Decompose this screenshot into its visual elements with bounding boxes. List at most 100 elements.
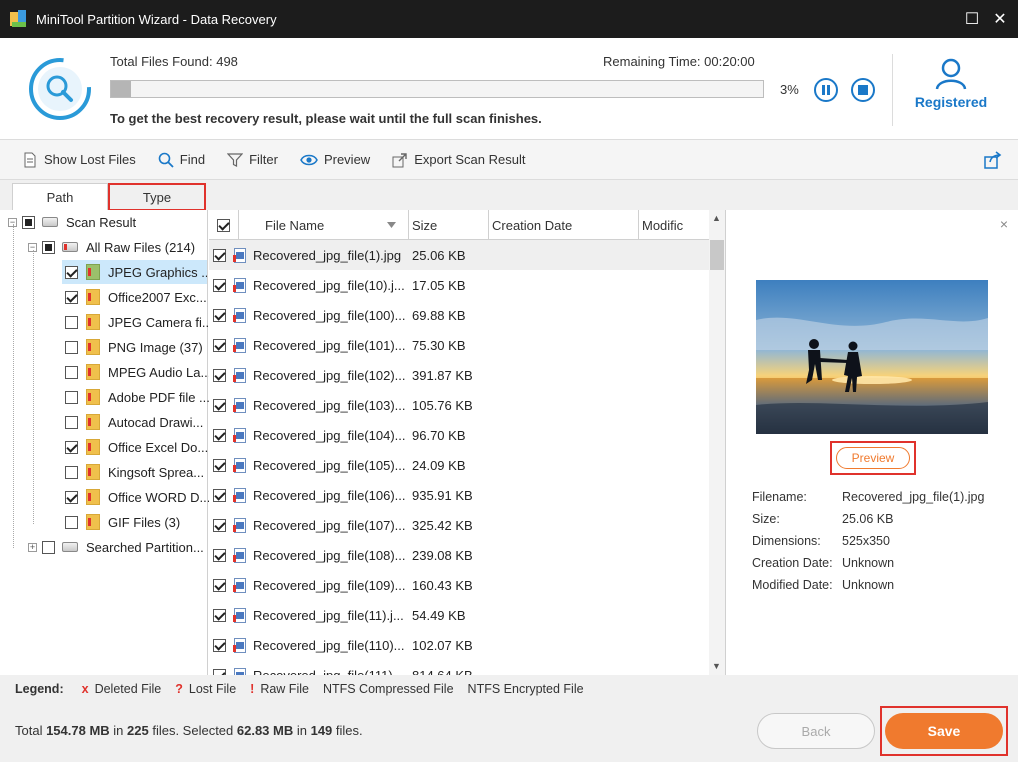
share-export-icon[interactable] <box>984 151 1002 169</box>
back-button[interactable]: Back <box>757 713 875 749</box>
collapse-icon[interactable]: − <box>28 242 37 252</box>
tree-guide-line <box>13 224 14 548</box>
row-checkbox[interactable] <box>213 578 226 592</box>
file-row[interactable]: Recovered_jpg_file(109)... 160.43 KB <box>209 570 709 600</box>
tree-node-file-type[interactable]: GIF Files (3) <box>62 510 180 534</box>
preview-toolbar-label: Preview <box>323 152 371 167</box>
checkbox[interactable] <box>65 465 78 479</box>
row-checkbox[interactable] <box>213 548 226 562</box>
checkbox[interactable] <box>65 315 78 329</box>
maximize-button[interactable]: ☐ <box>962 9 982 29</box>
scroll-up-icon[interactable]: ▲ <box>712 213 721 223</box>
pause-scan-button[interactable] <box>814 78 838 102</box>
row-checkbox[interactable] <box>213 638 226 652</box>
save-button[interactable]: Save <box>885 713 1003 749</box>
row-checkbox[interactable] <box>213 608 226 622</box>
tree-node-file-type[interactable]: MPEG Audio La... <box>62 360 211 384</box>
checkbox[interactable] <box>65 515 78 529</box>
file-row[interactable]: Recovered_jpg_file(102)... 391.87 KB <box>209 360 709 390</box>
column-modified[interactable]: Modific <box>639 210 709 240</box>
checkbox[interactable] <box>42 240 55 254</box>
filter-button[interactable]: Filter <box>227 152 278 168</box>
file-row[interactable]: Recovered_jpg_file(107)... 325.42 KB <box>209 510 709 540</box>
expand-icon[interactable]: + <box>28 542 37 552</box>
row-checkbox[interactable] <box>213 308 226 322</box>
row-checkbox[interactable] <box>213 368 226 382</box>
tree-node-file-type[interactable]: Kingsoft Sprea... <box>62 460 204 484</box>
tree-node-file-type[interactable]: Autocad Drawi... <box>62 410 203 434</box>
close-preview-icon[interactable]: × <box>1000 216 1008 232</box>
file-row[interactable]: Recovered_jpg_file(110)... 102.07 KB <box>209 630 709 660</box>
file-row[interactable]: Recovered_jpg_file(104)... 96.70 KB <box>209 420 709 450</box>
checkbox[interactable] <box>65 265 78 279</box>
checkbox[interactable] <box>42 540 55 554</box>
file-row[interactable]: Recovered_jpg_file(111)... 814.64 KB <box>209 660 709 675</box>
checkbox[interactable] <box>65 390 78 404</box>
row-checkbox[interactable] <box>213 278 226 292</box>
checkbox[interactable] <box>65 340 78 354</box>
folder-icon <box>86 439 100 455</box>
collapse-icon[interactable]: − <box>8 217 17 227</box>
checkbox[interactable] <box>22 215 35 229</box>
file-row[interactable]: Recovered_jpg_file(108)... 239.08 KB <box>209 540 709 570</box>
find-button[interactable]: Find <box>158 152 205 168</box>
sort-desc-icon <box>387 222 396 228</box>
scroll-thumb[interactable] <box>710 240 724 270</box>
column-creation-date[interactable]: Creation Date <box>489 210 639 240</box>
tree-node-file-type[interactable]: Office WORD D... <box>62 485 210 509</box>
scan-percent: 3% <box>780 82 799 97</box>
stop-scan-button[interactable] <box>851 78 875 102</box>
view-tabs: Path Type <box>0 180 1018 211</box>
export-scan-result-label: Export Scan Result <box>414 152 526 167</box>
column-file-name[interactable]: File Name <box>239 210 409 240</box>
preview-toolbar-button[interactable]: Preview <box>300 152 370 167</box>
scroll-down-icon[interactable]: ▼ <box>712 661 721 671</box>
tree-node-file-type[interactable]: Adobe PDF file ... <box>62 385 210 409</box>
row-checkbox[interactable] <box>213 248 226 262</box>
file-row[interactable]: Recovered_jpg_file(10).j... 17.05 KB <box>209 270 709 300</box>
registered-account[interactable]: Registered <box>905 56 997 110</box>
row-checkbox[interactable] <box>213 458 226 472</box>
checkbox[interactable] <box>65 440 78 454</box>
file-row[interactable]: Recovered_jpg_file(105)... 24.09 KB <box>209 450 709 480</box>
file-row[interactable]: Recovered_jpg_file(100)... 69.88 KB <box>209 300 709 330</box>
tree-node-file-type[interactable]: Office2007 Exc... <box>62 285 207 309</box>
row-checkbox[interactable] <box>213 338 226 352</box>
file-row[interactable]: Recovered_jpg_file(101)... 75.30 KB <box>209 330 709 360</box>
tree-node-all-raw-files[interactable]: − All Raw Files (214) <box>28 235 195 259</box>
tree-node-file-type[interactable]: JPEG Graphics ... <box>62 260 207 284</box>
tree-label: Autocad Drawi... <box>108 414 204 430</box>
file-row[interactable]: Recovered_jpg_file(106)... 935.91 KB <box>209 480 709 510</box>
show-lost-files-button[interactable]: Show Lost Files <box>22 152 136 168</box>
file-row[interactable]: Recovered_jpg_file(1).jpg 25.06 KB <box>209 240 709 270</box>
tree-node-file-type[interactable]: Office Excel Do... <box>62 435 208 459</box>
jpg-file-icon <box>233 517 246 533</box>
info-label: Creation Date: <box>752 556 833 570</box>
file-list-scrollbar[interactable]: ▲ ▼ <box>709 210 725 675</box>
row-checkbox[interactable] <box>213 488 226 502</box>
export-scan-result-button[interactable]: Export Scan Result <box>392 152 525 168</box>
tree-node-searched-partition[interactable]: + Searched Partition... <box>28 535 204 559</box>
select-all-checkbox[interactable] <box>217 218 230 232</box>
file-row[interactable]: Recovered_jpg_file(11).j... 54.49 KB <box>209 600 709 630</box>
tree-node-file-type[interactable]: JPEG Camera fi... <box>62 310 213 334</box>
column-size[interactable]: Size <box>409 210 489 240</box>
preview-button[interactable]: Preview <box>836 447 910 469</box>
legend-label: Raw File <box>260 682 309 696</box>
row-checkbox[interactable] <box>213 428 226 442</box>
checkbox[interactable] <box>65 490 78 504</box>
legend-encrypted: NTFS Encrypted File <box>467 682 584 696</box>
file-row[interactable]: Recovered_jpg_file(103)... 105.76 KB <box>209 390 709 420</box>
scan-hint-text: To get the best recovery result, please … <box>110 111 542 126</box>
row-checkbox[interactable] <box>213 398 226 412</box>
close-window-button[interactable]: ✕ <box>990 9 1010 29</box>
tree-node-scan-result[interactable]: − Scan Result <box>8 210 136 234</box>
row-checkbox[interactable] <box>213 518 226 532</box>
folder-icon <box>86 464 100 480</box>
tab-path[interactable]: Path <box>12 183 108 211</box>
checkbox[interactable] <box>65 290 78 304</box>
checkbox[interactable] <box>65 365 78 379</box>
tree-node-file-type[interactable]: PNG Image (37) <box>62 335 203 359</box>
checkbox[interactable] <box>65 415 78 429</box>
tab-type[interactable]: Type <box>108 183 206 211</box>
